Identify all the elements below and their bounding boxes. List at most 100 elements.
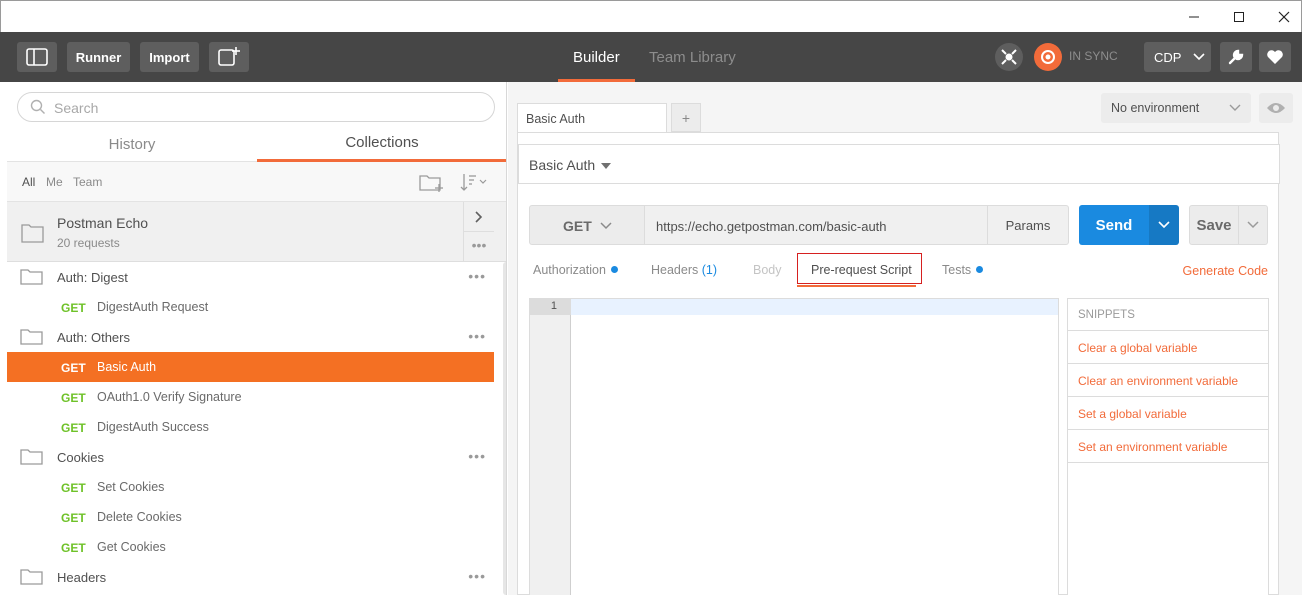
method-select[interactable]: GET [529,205,645,245]
more-options-icon[interactable]: ••• [468,268,486,284]
collection-count: 20 requests [57,236,120,250]
sidebar-icon [26,48,48,66]
new-window-button[interactable] [209,42,249,72]
method-label: GET [563,218,592,234]
request-label: Get Cookies [97,540,166,554]
filter-all[interactable]: All [22,175,35,189]
request-digestauth-request[interactable]: GET DigestAuth Request [7,292,494,322]
request-label: OAuth1.0 Verify Signature [97,390,242,404]
folder-label: Headers [57,570,107,585]
script-editor[interactable]: 1 [529,298,1059,595]
collection-more-button[interactable]: ••• [463,232,494,262]
request-label: Set Cookies [97,480,165,494]
expand-collection-button[interactable] [463,202,494,232]
sidebar: Search History Collections All Me Team P… [7,82,507,595]
send-button[interactable]: Send [1079,205,1149,245]
collection-postman-echo[interactable]: Postman Echo 20 requests ••• [7,202,506,262]
folder-label: Auth: Digest [57,270,128,285]
subtab-body[interactable]: Body [753,263,782,277]
close-window-button[interactable] [1261,1,1302,33]
user-dropdown[interactable]: CDP [1144,42,1211,72]
snippet-set-environment[interactable]: Set an environment variable [1068,430,1268,463]
highlight-box [797,253,922,284]
nav-team-library[interactable]: Team Library [649,32,736,82]
chevron-down-icon [1158,221,1170,229]
params-button[interactable]: Params [987,205,1069,245]
folder-icon [20,329,43,345]
environment-select[interactable]: No environment [1101,93,1251,123]
request-set-cookies[interactable]: GET Set Cookies [7,472,494,502]
nav-builder[interactable]: Builder [558,32,635,82]
folder-cookies[interactable]: Cookies ••• [7,442,494,472]
tab-history[interactable]: History [7,126,257,162]
subtab-tests[interactable]: Tests [942,263,984,277]
subtab-label: Tests [942,263,972,277]
app-header: Runner Import Builder Team Library IN SY… [0,32,1302,82]
headers-count: (1) [701,263,718,277]
runner-button[interactable]: Runner [67,42,130,72]
line-number: 1 [530,299,571,315]
status-dot [610,266,618,273]
request-method: GET [61,391,86,405]
more-options-icon[interactable]: ••• [468,568,486,584]
minimize-button[interactable] [1171,1,1217,33]
request-method: GET [61,421,86,435]
import-button[interactable]: Import [140,42,199,72]
request-label: Basic Auth [97,360,157,374]
favorites-button[interactable] [1259,42,1291,72]
snippet-clear-environment[interactable]: Clear an environment variable [1068,364,1268,397]
new-collection-icon[interactable] [419,172,445,192]
sidebar-tabs: History Collections [7,126,506,162]
status-dot [976,266,984,273]
folder-auth-others[interactable]: Auth: Others ••• [7,322,494,352]
settings-button[interactable] [1220,42,1252,72]
request-get-cookies[interactable]: GET Get Cookies [7,532,494,562]
tab-collections[interactable]: Collections [257,126,506,162]
filter-me[interactable]: Me [46,175,63,189]
request-delete-cookies[interactable]: GET Delete Cookies [7,502,494,532]
snippet-clear-global[interactable]: Clear a global variable [1068,331,1268,364]
search-placeholder: Search [54,100,99,116]
request-tab-basic-auth[interactable]: Basic Auth [517,103,667,134]
subtab-headers[interactable]: Headers (1) [651,263,717,277]
environment-quick-look-button[interactable] [1259,93,1293,123]
snippets-title: SNIPPETS [1068,299,1268,331]
save-options-button[interactable] [1238,205,1268,245]
url-input[interactable]: https://echo.getpostman.com/basic-auth [644,205,988,245]
filter-team[interactable]: Team [73,175,102,189]
more-options-icon[interactable]: ••• [468,328,486,344]
save-button[interactable]: Save [1189,205,1239,245]
eye-icon [1267,103,1285,113]
subtab-label: Authorization [533,263,606,277]
search-box[interactable]: Search [17,92,495,122]
close-icon [1278,11,1290,23]
folder-label: Auth: Others [57,330,130,345]
add-tab-button[interactable]: + [671,103,701,132]
request-oauth-verify[interactable]: GET OAuth1.0 Verify Signature [7,382,494,412]
caret-down-icon [601,163,611,169]
request-builder: Basic Auth + No environment Basic Auth G… [508,82,1302,595]
generate-code-link[interactable]: Generate Code [1183,264,1268,278]
snippet-set-global[interactable]: Set a global variable [1068,397,1268,430]
toggle-sidebar-button[interactable] [17,42,57,72]
snippets-panel: SNIPPETS Clear a global variable Clear a… [1067,298,1269,595]
more-options-icon[interactable]: ••• [468,448,486,464]
window-title-bar [0,0,1302,32]
sort-icon[interactable] [459,172,489,192]
folder-auth-digest[interactable]: Auth: Digest ••• [7,262,494,292]
subtab-authorization[interactable]: Authorization [533,263,618,277]
sidebar-scrollbar[interactable] [503,262,506,595]
request-title-box[interactable]: Basic Auth [518,144,1280,184]
request-method: GET [61,361,86,375]
folder-headers[interactable]: Headers ••• [7,562,494,592]
maximize-button[interactable] [1216,1,1262,33]
send-options-button[interactable] [1149,205,1179,245]
interceptor-button[interactable] [995,43,1023,71]
editor-gutter [530,299,571,595]
request-basic-auth[interactable]: GET Basic Auth [7,352,494,382]
folder-icon [20,569,43,585]
chevron-down-icon [1193,53,1206,61]
sync-status-button[interactable] [1034,43,1062,71]
request-digestauth-success[interactable]: GET DigestAuth Success [7,412,494,442]
collection-folder-icon [21,224,44,243]
